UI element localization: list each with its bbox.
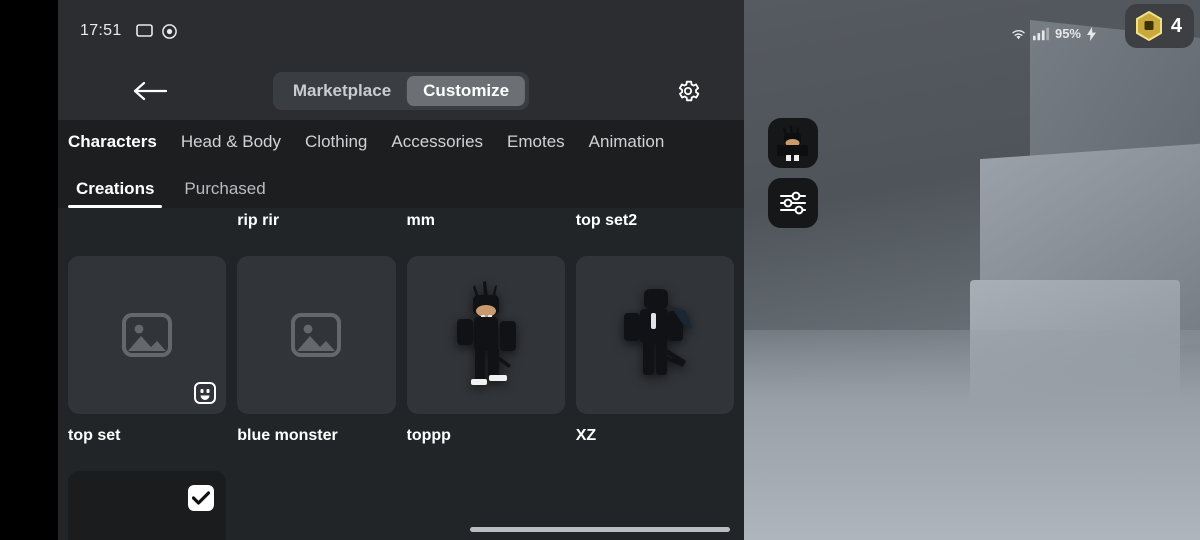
floating-action-buttons — [768, 118, 818, 228]
left-black-bar — [0, 0, 58, 540]
list-item[interactable]: top set — [68, 256, 227, 445]
signal-icon — [1032, 27, 1049, 40]
app-root: 95% 4 17:51 Marketplace Customize Charac… — [0, 0, 1200, 540]
list-item[interactable] — [68, 471, 227, 540]
wifi-icon — [1012, 29, 1025, 39]
category-tab-bar: Characters Head & Body Clothing Accessor… — [58, 120, 744, 164]
battery-percent-label: 95% — [1054, 26, 1081, 41]
tab-animation[interactable]: Animation — [589, 132, 665, 152]
status-bar-icons — [135, 23, 177, 39]
item-thumbnail[interactable] — [406, 256, 565, 414]
adjust-settings-button[interactable] — [768, 178, 818, 228]
segment-marketplace[interactable]: Marketplace — [277, 76, 407, 106]
monitor-icon — [135, 23, 153, 37]
settings-button[interactable] — [668, 71, 708, 111]
marketplace-customize-toggle: Marketplace Customize — [272, 72, 530, 110]
avatar-thumbnail — [456, 281, 516, 385]
subtab-purchased[interactable]: Purchased — [176, 179, 273, 208]
cut-label-3: mm — [406, 212, 435, 229]
item-thumbnail[interactable] — [68, 256, 227, 414]
robux-overlay-badge[interactable]: 4 — [1124, 4, 1194, 48]
back-button[interactable] — [128, 69, 172, 113]
item-label: toppp — [406, 427, 451, 444]
item-label: blue monster — [237, 427, 338, 444]
item-label: top set — [68, 427, 121, 444]
cut-label-4: top set2 — [575, 212, 638, 229]
subtab-creations[interactable]: Creations — [68, 179, 163, 208]
overlay-count-label: 4 — [1170, 14, 1182, 37]
placeholder-image-icon — [291, 313, 342, 357]
creations-grid: top set blue monster toppp XZ — [68, 256, 734, 445]
navigation-bar: Marketplace Customize — [58, 62, 744, 120]
face-badge-icon[interactable] — [194, 382, 217, 404]
grid-gap — [237, 471, 395, 540]
sub-tab-bar: Creations Purchased — [58, 164, 744, 208]
tab-clothing[interactable]: Clothing — [305, 132, 367, 152]
item-thumbnail-selected[interactable] — [68, 471, 227, 540]
customize-panel: 17:51 Marketplace Customize Characters H… — [58, 0, 744, 540]
tab-characters[interactable]: Characters — [68, 132, 157, 152]
gear-icon — [678, 80, 700, 102]
checkmark-icon — [192, 491, 211, 505]
record-icon — [161, 23, 177, 39]
avatar-thumbnail — [623, 289, 692, 375]
back-arrow-icon — [133, 81, 167, 101]
placeholder-image-icon — [122, 313, 173, 357]
item-thumbnail[interactable] — [237, 256, 396, 414]
segment-customize[interactable]: Customize — [407, 76, 526, 106]
list-item[interactable]: toppp — [406, 256, 565, 445]
selected-checkbox[interactable] — [188, 485, 215, 511]
item-label: XZ — [575, 427, 597, 444]
cut-label-2: rip rir — [237, 212, 280, 229]
clock-label: 17:51 — [80, 22, 122, 39]
items-grid-scroll-area[interactable]: rip rir mm top set2 top set blue monster… — [58, 208, 744, 540]
list-item[interactable]: blue monster — [237, 256, 396, 445]
status-bar: 17:51 — [58, 0, 744, 62]
tab-accessories[interactable]: Accessories — [391, 132, 483, 152]
charging-bolt-icon — [1087, 26, 1096, 41]
avatar-preview-button[interactable] — [768, 118, 818, 168]
hexagon-robux-icon — [1135, 11, 1162, 41]
cut-off-row-labels: rip rir mm top set2 — [68, 208, 734, 240]
tab-head-and-body[interactable]: Head & Body — [181, 132, 281, 152]
item-thumbnail[interactable] — [575, 256, 734, 414]
avatar-thumbnail-icon — [777, 125, 808, 161]
sliders-icon — [780, 191, 806, 215]
tab-emotes[interactable]: Emotes — [507, 132, 565, 152]
horizontal-scroll-indicator[interactable] — [470, 527, 730, 532]
system-status-icons: 95% — [1010, 26, 1096, 41]
list-item[interactable]: XZ — [575, 256, 734, 445]
